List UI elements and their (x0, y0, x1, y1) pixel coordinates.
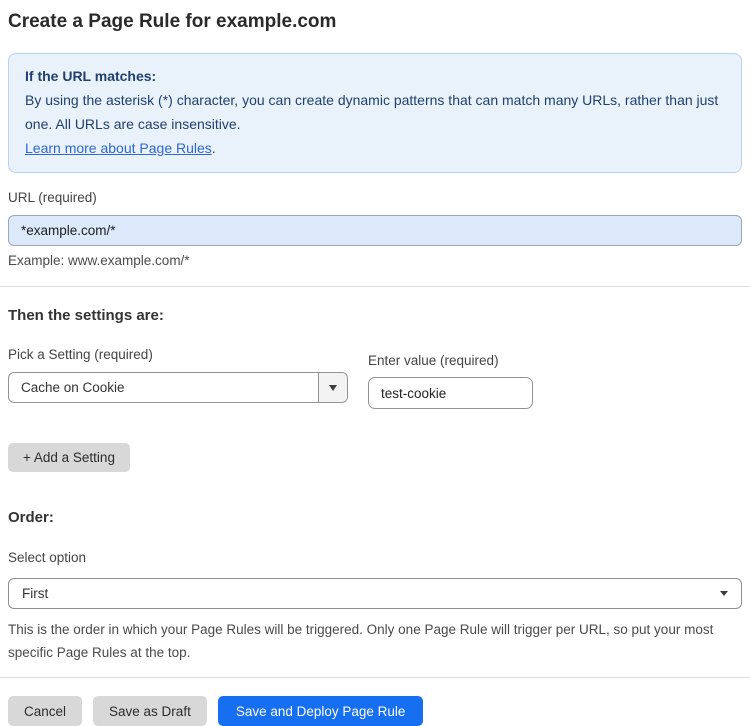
chevron-down-icon (329, 384, 337, 391)
info-box-body: By using the asterisk (*) character, you… (25, 92, 719, 132)
value-field-label: Enter value (required) (368, 353, 499, 368)
save-as-draft-button[interactable]: Save as Draft (93, 696, 207, 726)
divider (0, 286, 750, 287)
order-help-text: This is the order in which your Page Rul… (8, 622, 714, 660)
link-suffix: . (211, 140, 216, 156)
settings-row: Pick a Setting (required) Cache on Cooki… (8, 347, 742, 409)
cancel-button[interactable]: Cancel (8, 696, 83, 726)
info-box-heading: If the URL matches: (25, 68, 157, 84)
setting-select-label: Pick a Setting (required) (8, 347, 153, 362)
setting-select-arrow-button[interactable] (318, 373, 347, 402)
learn-more-link[interactable]: Learn more about Page Rules (25, 140, 212, 156)
order-select[interactable]: First (8, 578, 742, 609)
order-select-label: Select option (8, 550, 87, 565)
url-field-label: URL (required) (8, 190, 97, 205)
order-select-value: First (22, 586, 49, 601)
url-match-info-box: If the URL matches: By using the asteris… (8, 53, 742, 173)
setting-value-column: Enter value (required) (368, 347, 533, 409)
order-section-heading: Order: (8, 509, 54, 526)
setting-value-input[interactable] (368, 377, 533, 409)
setting-select-column: Pick a Setting (required) Cache on Cooki… (8, 347, 348, 409)
divider (0, 677, 750, 678)
url-example-text: Example: www.example.com/* (8, 253, 190, 268)
page-title: Create a Page Rule for example.com (8, 11, 337, 32)
setting-select[interactable]: Cache on Cookie (8, 372, 348, 403)
info-box-link-line: Learn more about Page Rules. (25, 136, 725, 160)
save-and-deploy-button[interactable]: Save and Deploy Page Rule (217, 696, 424, 726)
page-rule-form: Create a Page Rule for example.com If th… (0, 0, 750, 726)
footer-buttons: Cancel Save as Draft Save and Deploy Pag… (8, 696, 742, 726)
url-input[interactable] (8, 215, 742, 246)
chevron-down-icon (720, 591, 728, 596)
setting-select-value: Cache on Cookie (21, 380, 125, 395)
add-setting-button[interactable]: + Add a Setting (8, 443, 130, 472)
settings-section-heading: Then the settings are: (8, 307, 164, 324)
